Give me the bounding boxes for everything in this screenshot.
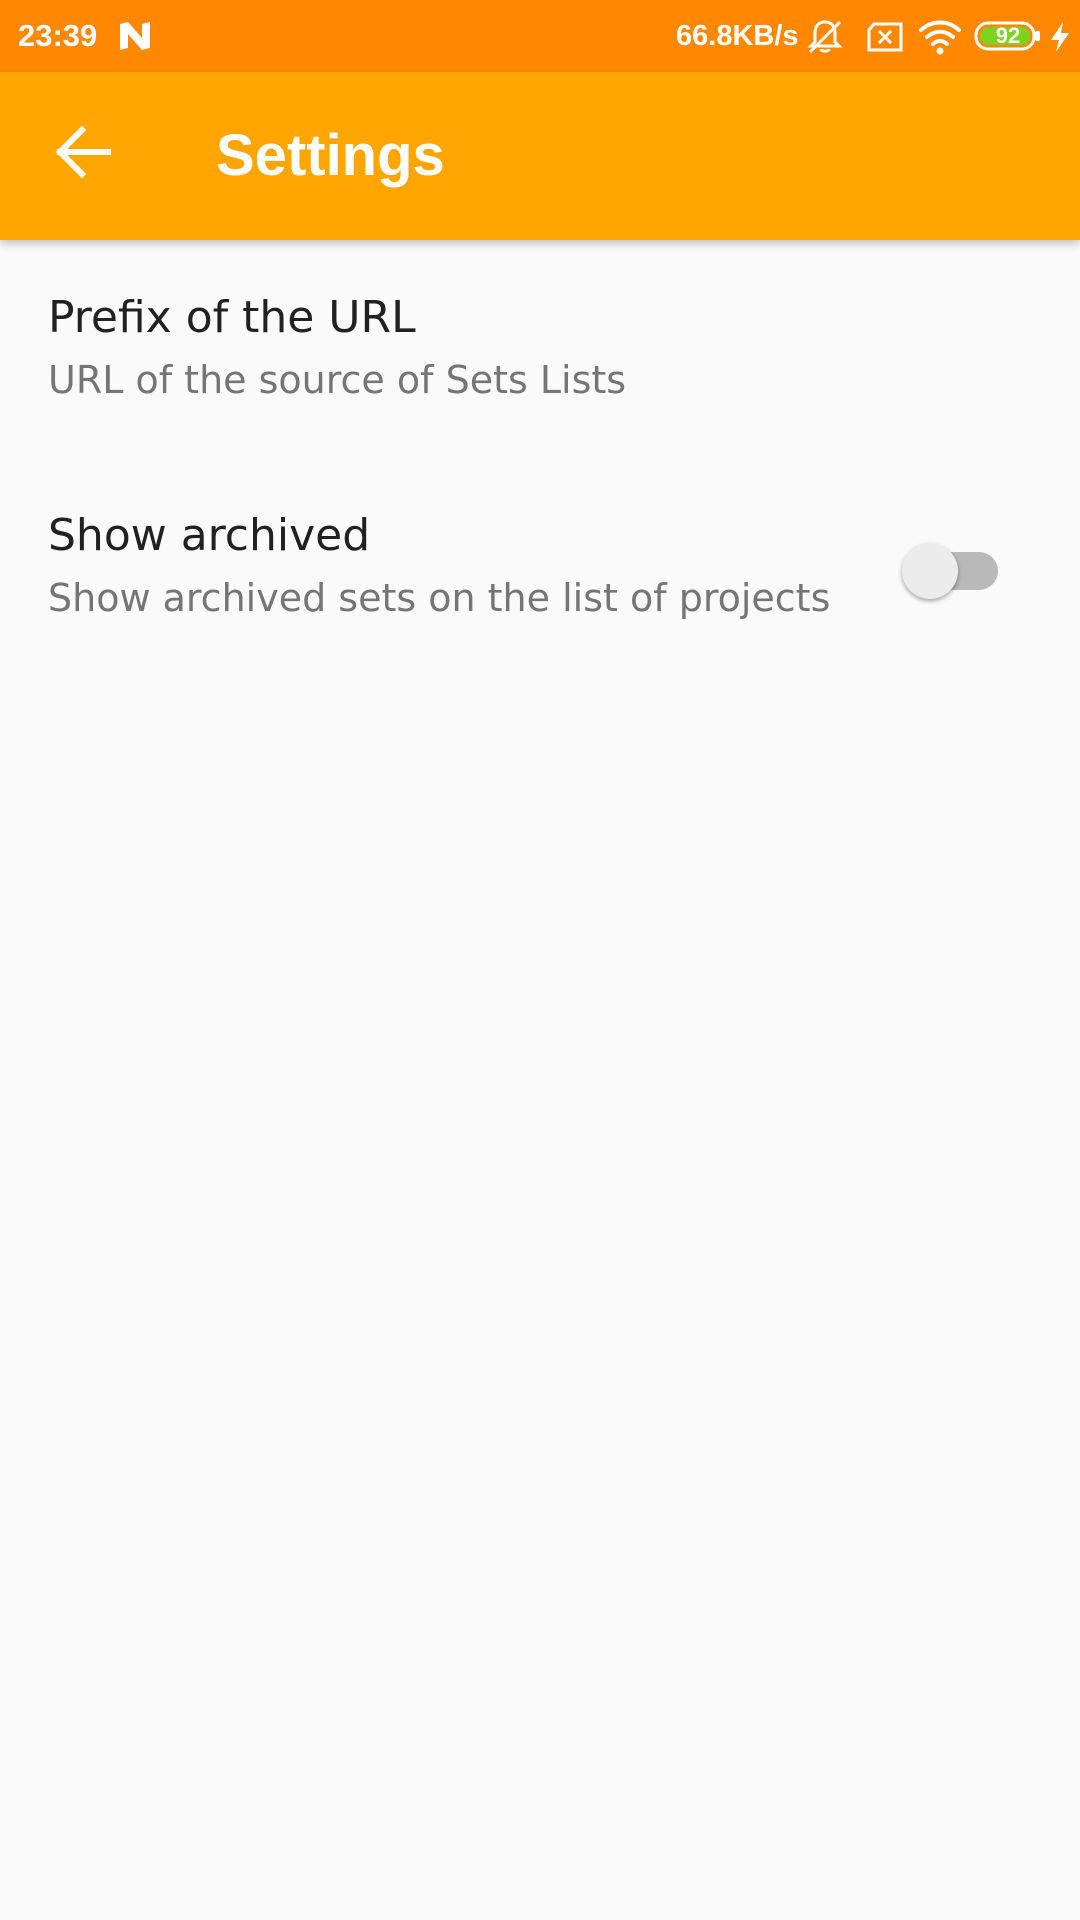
arrow-back-icon: [44, 112, 124, 196]
pref-url-prefix[interactable]: Prefix of the URL URL of the source of S…: [0, 260, 1080, 440]
back-button[interactable]: [44, 112, 124, 192]
toggle-thumb: [902, 543, 958, 599]
status-bar: 23:39 66.8KB/s 92: [0, 0, 1080, 72]
page-title: Settings: [216, 123, 445, 188]
battery-level: 92: [995, 23, 1021, 48]
show-archived-toggle[interactable]: [900, 540, 1004, 602]
wifi-icon: [918, 18, 962, 61]
bell-muted-icon: [806, 18, 844, 61]
pref-url-prefix-summary: URL of the source of Sets Lists: [48, 358, 627, 402]
app-bar: Settings: [0, 72, 1080, 240]
pref-url-prefix-title: Prefix of the URL: [48, 292, 416, 343]
charging-bolt-icon: [1048, 20, 1072, 59]
pref-show-archived-title: Show archived: [48, 510, 371, 561]
network-speed: 66.8KB/s: [676, 20, 799, 52]
n-notification-icon: [118, 20, 152, 52]
sim-x-icon: [866, 22, 904, 57]
status-time: 23:39: [18, 18, 98, 53]
pref-show-archived-summary: Show archived sets on the list of projec…: [48, 576, 831, 620]
